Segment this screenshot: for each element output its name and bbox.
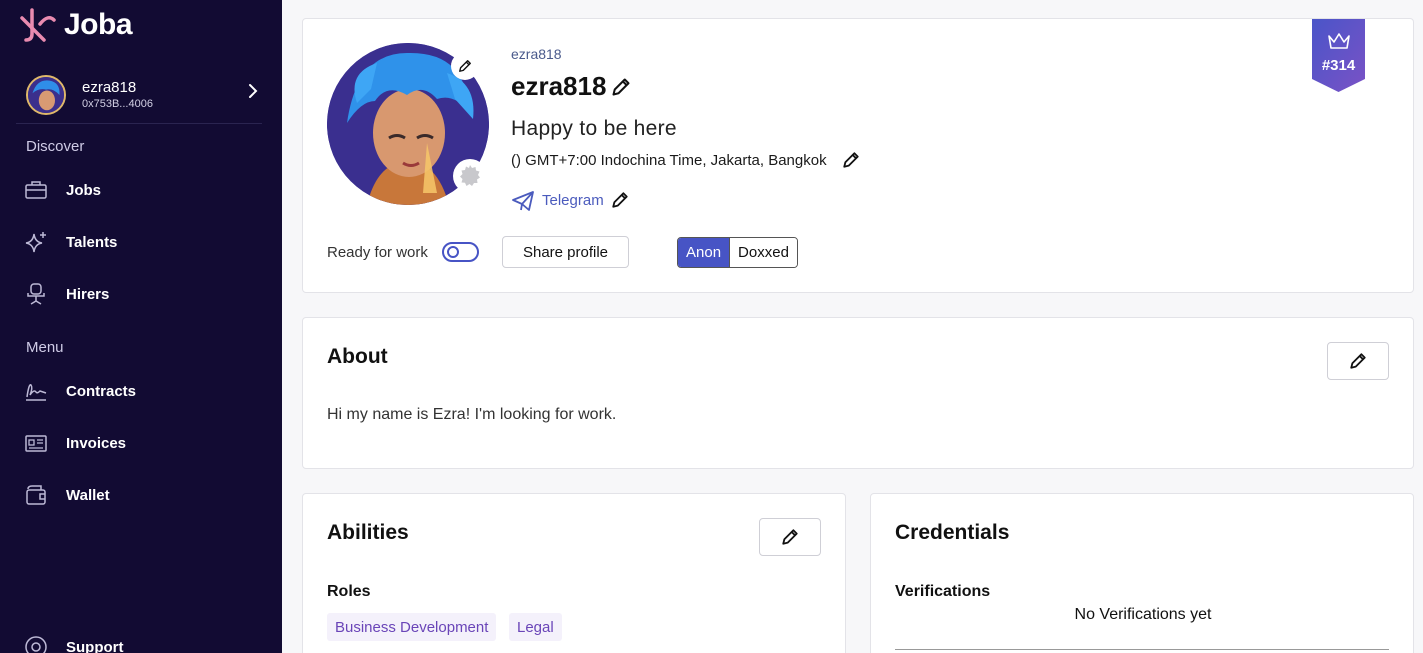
sidebar-item-invoices[interactable]: Invoices (24, 428, 126, 458)
pencil-icon (1350, 353, 1366, 369)
edit-avatar-button[interactable] (451, 52, 479, 80)
empty-verifications-text: No Verifications yet (1074, 606, 1212, 623)
profile-handle: ezra818 (511, 46, 562, 62)
sidebar-item-wallet[interactable]: Wallet (24, 480, 110, 510)
verification-badge (453, 159, 487, 193)
app-name: Joba (64, 8, 133, 41)
about-title: About (327, 345, 388, 368)
edit-name-pencil-icon[interactable] (611, 77, 631, 97)
pencil-icon (782, 529, 798, 545)
verifications-label: Verifications (895, 583, 991, 600)
rank-ribbon (1312, 19, 1365, 92)
invoice-icon (25, 435, 47, 452)
discover-section-label: Discover (26, 138, 85, 155)
sidebar-item-hirers[interactable]: Hirers (24, 279, 109, 309)
anon-option[interactable]: Anon (678, 238, 730, 267)
user-name: ezra818 (82, 79, 137, 96)
signature-icon (26, 384, 47, 401)
profile-timezone: () GMT+7:00 Indochina Time, Jakarta, Ban… (511, 152, 827, 169)
sidebar-item-label: Contracts (66, 382, 137, 400)
avatar-image (28, 76, 64, 113)
roles-label: Roles (327, 583, 371, 600)
chair-icon (27, 283, 45, 305)
joba-logo-icon (20, 8, 56, 42)
user-switcher[interactable]: ezra818 0x753B...4006 (16, 66, 262, 124)
sidebar: Joba ezra818 0x753B...4006 Discover Jobs… (0, 0, 282, 653)
wallet-icon (26, 485, 46, 505)
pencil-icon (459, 60, 471, 72)
sidebar-item-contracts[interactable]: Contracts (24, 376, 136, 406)
abilities-card: Abilities Roles Business Development Leg… (302, 493, 846, 653)
joba-logo[interactable]: Joba (18, 8, 133, 42)
doxxed-option[interactable]: Doxxed (729, 238, 797, 267)
profile-card: ezra818 ezra818 Happy to be here () GMT+… (302, 18, 1414, 293)
menu-section-label: Menu (26, 339, 64, 356)
about-text: Hi my name is Ezra! I'm looking for work… (327, 406, 617, 423)
divider (895, 649, 1389, 650)
sidebar-item-jobs[interactable]: Jobs (24, 175, 101, 205)
anon-doxxed-switch: Anon Doxxed (677, 237, 798, 268)
sidebar-item-label: Wallet (66, 486, 110, 504)
share-profile-button[interactable]: Share profile (502, 236, 629, 268)
profile-display-name: ezra818 (511, 71, 607, 101)
rank-number: #314 (1321, 57, 1356, 74)
sidebar-item-label: Talents (66, 233, 118, 251)
briefcase-icon (25, 181, 47, 199)
role-chip: Business Development (327, 613, 497, 641)
toggle-knob (447, 246, 459, 258)
sidebar-item-label: Support (66, 638, 124, 653)
sidebar-item-label: Jobs (66, 181, 102, 199)
about-card: About Hi my name is Ezra! I'm looking fo… (302, 317, 1414, 469)
edit-abilities-button[interactable] (759, 518, 821, 556)
chevron-right-icon[interactable] (244, 82, 262, 100)
edit-about-button[interactable] (1327, 342, 1389, 380)
sidebar-item-talents[interactable]: Talents (24, 227, 117, 257)
edit-telegram-pencil-icon[interactable] (611, 191, 629, 209)
role-chip: Legal (509, 613, 562, 641)
ready-for-work-toggle[interactable] (442, 242, 479, 262)
telegram-icon (512, 191, 534, 211)
credentials-card: Credentials Verifications No Verificatio… (870, 493, 1414, 653)
lifebuoy-icon (25, 636, 47, 653)
sidebar-item-label: Invoices (66, 434, 127, 452)
sidebar-item-support[interactable]: Support (24, 632, 124, 653)
seal-icon (460, 165, 480, 186)
profile-tagline: Happy to be here (511, 117, 677, 140)
avatar (26, 74, 66, 115)
crown-icon (1328, 33, 1350, 49)
credentials-title: Credentials (895, 521, 1010, 544)
wallet-address: 0x753B...4006 (82, 98, 153, 110)
sidebar-item-label: Hirers (66, 285, 110, 303)
edit-timezone-pencil-icon[interactable] (842, 151, 860, 169)
abilities-title: Abilities (327, 521, 409, 544)
telegram-link[interactable]: Telegram (542, 192, 604, 209)
ready-for-work-label: Ready for work (327, 244, 428, 261)
sparkle-icon (25, 232, 46, 253)
